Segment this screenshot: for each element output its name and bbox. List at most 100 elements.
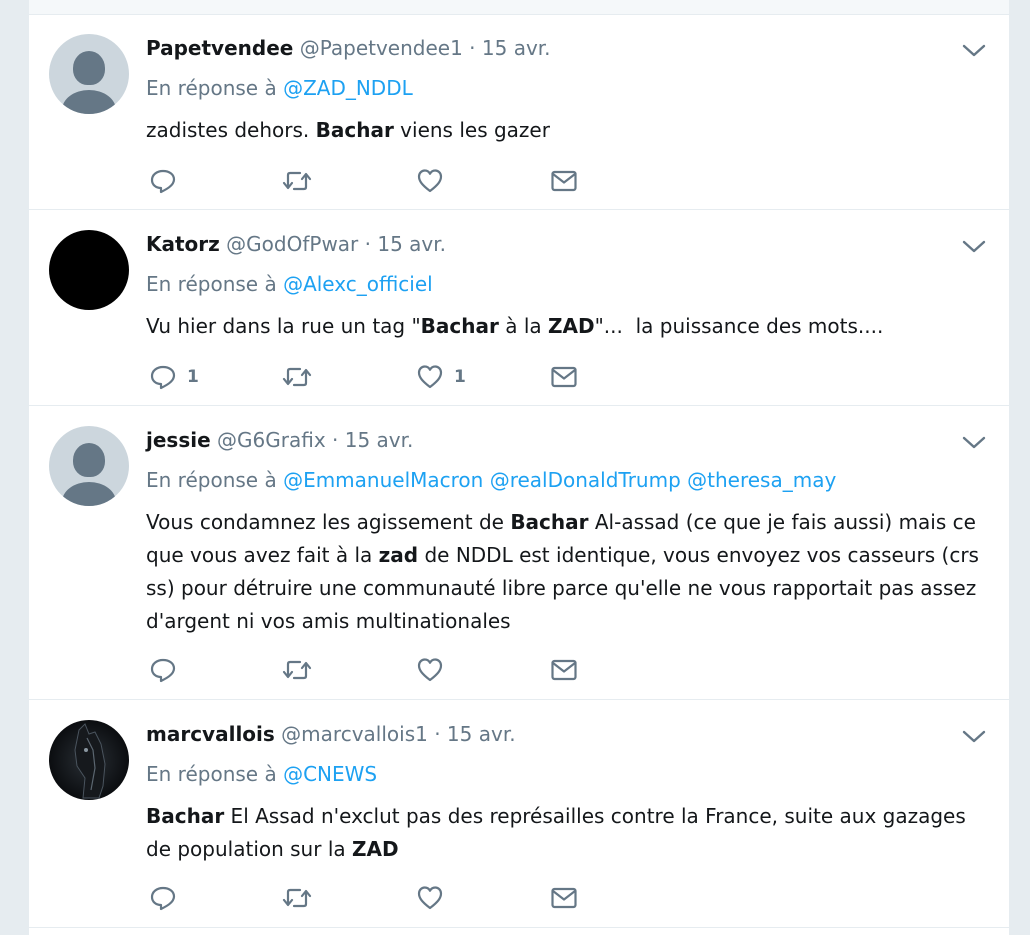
reply-prefix: En réponse à bbox=[146, 76, 277, 100]
chevron-down-icon[interactable] bbox=[961, 432, 987, 452]
reply-mention[interactable]: @Alexc_officiel bbox=[283, 272, 433, 296]
tweet-text-segment: El Assad n'exclut pas des représailles c… bbox=[146, 804, 973, 861]
tweet-header: jessie @G6Grafix · 15 avr. bbox=[146, 426, 986, 454]
tweet-timestamp[interactable]: 15 avr. bbox=[482, 36, 551, 60]
tweet-content: jessie @G6Grafix · 15 avr. En réponse à … bbox=[146, 426, 986, 638]
tweet-text-segment: Vous condamnez les agissement de bbox=[146, 510, 511, 534]
reply-icon bbox=[150, 365, 176, 390]
time-separator: · bbox=[332, 428, 339, 452]
tweet-text: Vous condamnez les agissement de Bachar … bbox=[146, 506, 986, 638]
highlighted-keyword: Bachar bbox=[315, 118, 394, 142]
highlighted-keyword: ZAD bbox=[548, 314, 595, 338]
tweet-fullname[interactable]: marcvallois bbox=[146, 722, 275, 746]
envelope-icon bbox=[551, 659, 577, 681]
reply-button[interactable] bbox=[149, 883, 187, 913]
reply-context: En réponse à @ZAD_NDDL bbox=[146, 74, 986, 102]
message-button[interactable] bbox=[550, 883, 578, 913]
tweet[interactable]: Katorz @GodOfPwar · 15 avr. En réponse à… bbox=[29, 210, 1009, 406]
tweet-actions bbox=[146, 883, 706, 913]
message-button[interactable] bbox=[550, 655, 578, 685]
avatar[interactable] bbox=[49, 426, 129, 506]
reply-context: En réponse à @EmmanuelMacron @realDonald… bbox=[146, 466, 986, 494]
message-button[interactable] bbox=[550, 166, 578, 196]
reply-button[interactable] bbox=[149, 655, 187, 685]
chevron-down-icon[interactable] bbox=[961, 40, 987, 60]
highlighted-keyword: Bachar bbox=[146, 804, 225, 828]
tweet-timestamp[interactable]: 15 avr. bbox=[345, 428, 414, 452]
retweet-icon bbox=[282, 888, 312, 908]
like-button[interactable] bbox=[416, 655, 454, 685]
retweet-icon bbox=[282, 367, 312, 387]
highlighted-keyword: Bachar bbox=[420, 314, 499, 338]
highlighted-keyword: zad bbox=[378, 543, 419, 567]
time-separator: · bbox=[364, 232, 371, 256]
heart-icon bbox=[417, 169, 443, 193]
tweet-text: zadistes dehors. Bachar viens les gazer bbox=[146, 114, 986, 147]
tweet-header: Papetvendee @Papetvendee1 · 15 avr. bbox=[146, 34, 986, 62]
reply-mention[interactable]: @theresa_may bbox=[687, 468, 836, 492]
tweet-header: Katorz @GodOfPwar · 15 avr. bbox=[146, 230, 986, 258]
tweet-text-segment: "... la puissance des mots.... bbox=[594, 314, 884, 338]
timeline: Papetvendee @Papetvendee1 · 15 avr. En r… bbox=[28, 0, 1010, 935]
tweet-actions: 1 1 bbox=[146, 362, 706, 392]
tweet[interactable]: marcvallois @marcvallois1 · 15 avr. En r… bbox=[29, 700, 1009, 928]
reply-icon bbox=[150, 169, 176, 194]
chevron-down-icon[interactable] bbox=[961, 236, 987, 256]
tweet-header: marcvallois @marcvallois1 · 15 avr. bbox=[146, 720, 986, 748]
reply-context: En réponse à @Alexc_officiel bbox=[146, 270, 986, 298]
like-button[interactable] bbox=[416, 883, 454, 913]
tweet-handle[interactable]: @Papetvendee1 bbox=[300, 36, 463, 60]
tweet-handle[interactable]: @marcvallois1 bbox=[281, 722, 428, 746]
tweet-actions bbox=[146, 655, 706, 685]
tweet-text-segment: Vu hier dans la rue un tag " bbox=[146, 314, 421, 338]
retweet-button[interactable] bbox=[281, 362, 313, 392]
tweet-text-segment: à la bbox=[498, 314, 549, 338]
reply-prefix: En réponse à bbox=[146, 762, 277, 786]
tweet-timestamp[interactable]: 15 avr. bbox=[377, 232, 446, 256]
tweet[interactable]: Papetvendee @Papetvendee1 · 15 avr. En r… bbox=[29, 14, 1009, 210]
tweet-fullname[interactable]: Katorz bbox=[146, 232, 220, 256]
tweet-handle[interactable]: @G6Grafix bbox=[217, 428, 326, 452]
like-count: 1 bbox=[454, 367, 466, 387]
retweet-button[interactable] bbox=[281, 655, 313, 685]
tweet-content: Katorz @GodOfPwar · 15 avr. En réponse à… bbox=[146, 230, 986, 343]
avatar[interactable] bbox=[49, 230, 129, 310]
tweet-text: Vu hier dans la rue un tag "Bachar à la … bbox=[146, 310, 986, 343]
tweet-fullname[interactable]: Papetvendee bbox=[146, 36, 293, 60]
avatar[interactable] bbox=[49, 720, 129, 800]
retweet-icon bbox=[282, 171, 312, 191]
reply-button[interactable] bbox=[149, 166, 187, 196]
reply-button[interactable]: 1 bbox=[149, 362, 199, 392]
reply-prefix: En réponse à bbox=[146, 272, 277, 296]
envelope-icon bbox=[551, 170, 577, 192]
like-button[interactable] bbox=[416, 166, 454, 196]
heart-icon bbox=[417, 886, 443, 910]
reply-mention[interactable]: @EmmanuelMacron bbox=[283, 468, 483, 492]
tweet-text: Bachar El Assad n'exclut pas des représa… bbox=[146, 800, 986, 866]
chevron-down-icon[interactable] bbox=[961, 726, 987, 746]
reply-mention[interactable]: @ZAD_NDDL bbox=[283, 76, 413, 100]
reply-icon bbox=[150, 886, 176, 911]
heart-icon bbox=[417, 658, 443, 682]
tweet[interactable]: jessie @G6Grafix · 15 avr. En réponse à … bbox=[29, 406, 1009, 700]
reply-mention[interactable]: @realDonaldTrump bbox=[490, 468, 681, 492]
tweet-fullname[interactable]: jessie bbox=[146, 428, 211, 452]
tweet-timestamp[interactable]: 15 avr. bbox=[447, 722, 516, 746]
reply-icon bbox=[150, 658, 176, 683]
horse-portrait bbox=[74, 723, 106, 799]
retweet-button[interactable] bbox=[281, 883, 313, 913]
timeline-top-strip bbox=[29, 0, 1009, 15]
tweet-handle[interactable]: @GodOfPwar bbox=[226, 232, 358, 256]
reply-mention[interactable]: @CNEWS bbox=[283, 762, 377, 786]
time-separator: · bbox=[434, 722, 441, 746]
envelope-icon bbox=[551, 887, 577, 909]
tweet-content: Papetvendee @Papetvendee1 · 15 avr. En r… bbox=[146, 34, 986, 147]
message-button[interactable] bbox=[550, 362, 578, 392]
retweet-button[interactable] bbox=[281, 166, 323, 196]
avatar[interactable] bbox=[49, 34, 129, 114]
reply-prefix: En réponse à bbox=[146, 468, 277, 492]
time-separator: · bbox=[469, 36, 476, 60]
tweet-actions bbox=[146, 166, 706, 196]
reply-count: 1 bbox=[187, 367, 199, 387]
like-button[interactable]: 1 bbox=[416, 362, 466, 392]
